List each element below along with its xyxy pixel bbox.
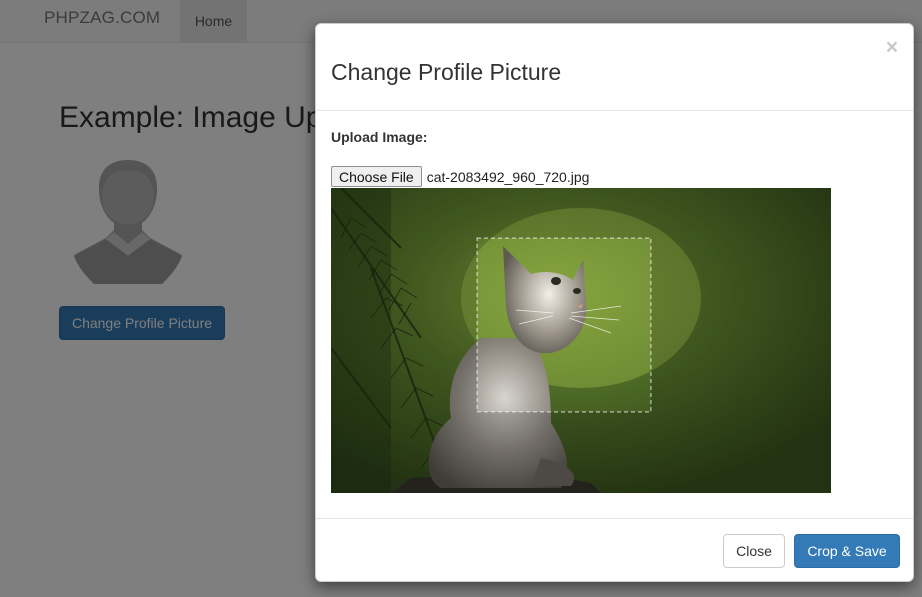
upload-image-label: Upload Image: (331, 129, 428, 145)
modal-footer: Close Crop & Save (316, 518, 913, 582)
image-crop-area[interactable] (331, 188, 831, 493)
modal-header: Change Profile Picture × (316, 24, 913, 111)
crop-and-save-button[interactable]: Crop & Save (794, 534, 900, 568)
file-input[interactable]: Choose File cat-2083492_960_720.jpg (331, 166, 589, 187)
modal-title: Change Profile Picture (331, 59, 562, 85)
close-icon[interactable]: × (886, 37, 898, 58)
choose-file-button[interactable]: Choose File (331, 166, 422, 187)
selected-file-name: cat-2083492_960_720.jpg (426, 168, 590, 185)
change-profile-picture-modal: Change Profile Picture × Upload Image: C… (315, 23, 914, 582)
cat-photo (331, 188, 831, 493)
close-button[interactable]: Close (723, 534, 785, 568)
